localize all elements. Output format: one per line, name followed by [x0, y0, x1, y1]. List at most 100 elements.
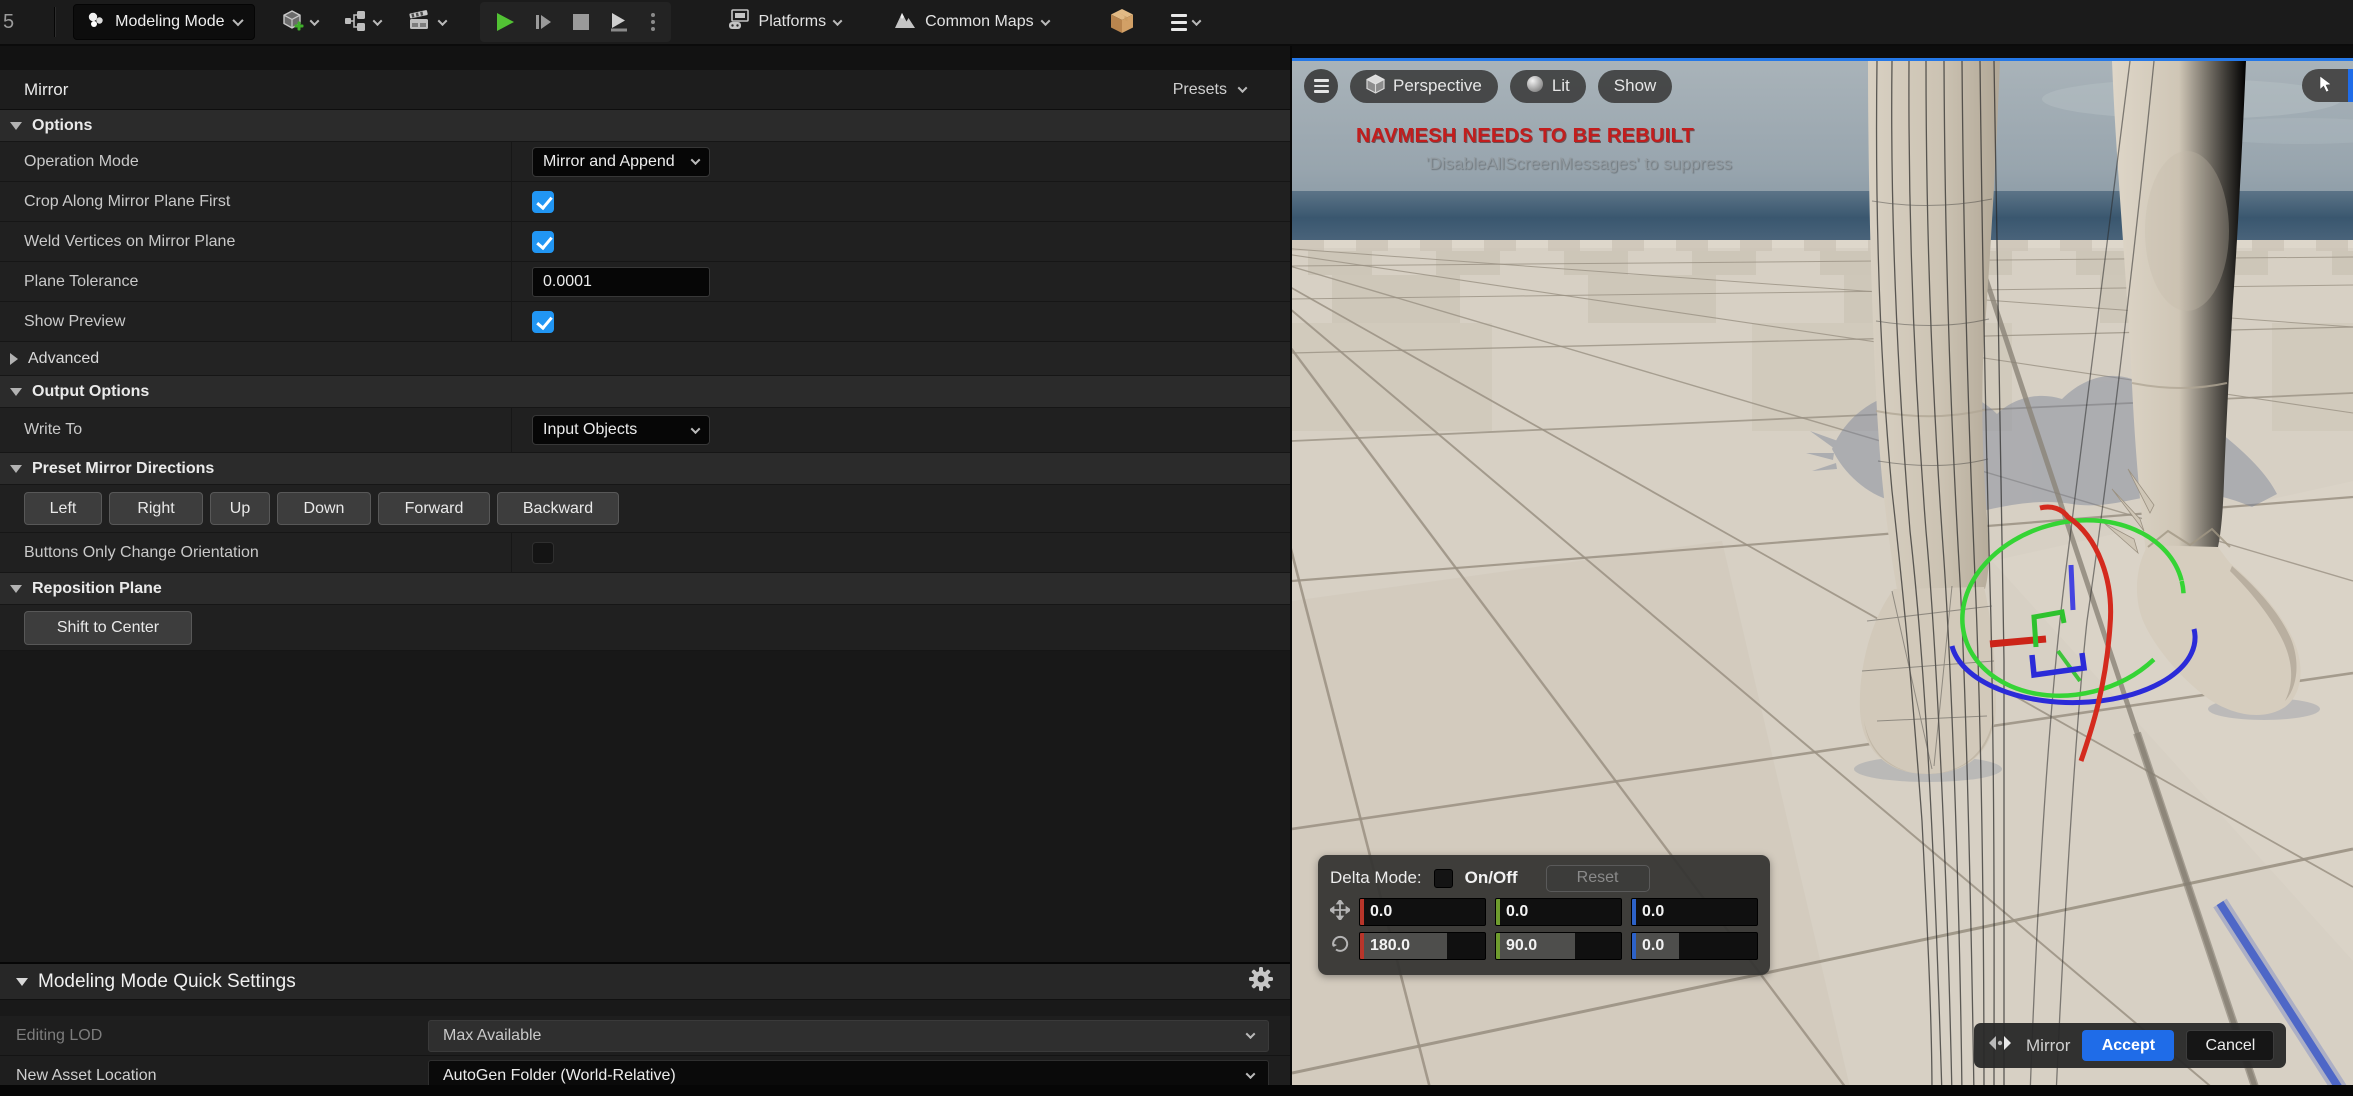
reset-button[interactable]: Reset	[1546, 865, 1650, 892]
mirror-backward-button[interactable]: Backward	[497, 492, 619, 525]
accept-button[interactable]: Accept	[2082, 1030, 2174, 1061]
rotate-icon	[1330, 934, 1350, 959]
navmesh-warning: NAVMESH NEEDS TO BE REBUILT	[1356, 125, 1694, 148]
perspective-dropdown[interactable]: Perspective	[1350, 70, 1498, 103]
plane-tolerance-input[interactable]: 0.0001	[532, 267, 710, 297]
show-dropdown[interactable]: Show	[1598, 70, 1673, 103]
hamburger-menu-icon	[1171, 14, 1187, 31]
translate-icon	[1330, 900, 1350, 925]
chevron-down-icon	[232, 15, 243, 26]
row-write-to: Write To Input Objects	[0, 408, 1290, 453]
translate-x-field[interactable]: 0.0	[1359, 898, 1486, 926]
panel-header: Mirror Presets	[0, 70, 1290, 110]
lit-dropdown[interactable]: Lit	[1510, 70, 1586, 103]
crop-checkbox[interactable]	[532, 191, 554, 213]
write-to-dropdown[interactable]: Input Objects	[532, 415, 710, 445]
quick-settings-header[interactable]: Modeling Mode Quick Settings	[0, 962, 1290, 1000]
chevron-down-icon	[1238, 83, 1248, 93]
editing-lod-dropdown[interactable]: Max Available	[428, 1020, 1269, 1052]
frame-skip-button[interactable]	[535, 13, 553, 31]
row-plane-tolerance: Plane Tolerance 0.0001	[0, 262, 1290, 302]
section-options[interactable]: Options	[0, 110, 1290, 142]
mirror-up-button[interactable]: Up	[210, 492, 270, 525]
mirror-left-button[interactable]: Left	[24, 492, 102, 525]
presets-label: Presets	[1173, 81, 1227, 99]
stop-button[interactable]	[573, 14, 589, 30]
mirror-forward-button[interactable]: Forward	[378, 492, 490, 525]
row-editing-lod: Editing LOD Max Available	[0, 1016, 1290, 1056]
delta-mode-checkbox[interactable]	[1434, 869, 1453, 888]
write-to-label: Write To	[0, 408, 512, 452]
triangle-down-icon	[10, 585, 22, 593]
direction-buttons-row: Left Right Up Down Forward Backward	[0, 485, 1290, 533]
triangle-right-icon	[10, 353, 18, 365]
row-crop-along-mirror-plane: Crop Along Mirror Plane First	[0, 182, 1290, 222]
tolerance-label: Plane Tolerance	[0, 262, 512, 301]
chevron-down-icon	[1040, 16, 1050, 26]
chevron-down-icon	[309, 16, 319, 26]
cinematics-button[interactable]	[407, 9, 446, 36]
main-toolbar: 5 Modeling Mode	[0, 0, 2353, 46]
row-weld-vertices: Weld Vertices on Mirror Plane	[0, 222, 1290, 262]
triangle-down-icon	[16, 978, 28, 986]
gear-icon[interactable]	[1248, 966, 1274, 998]
lit-label: Lit	[1552, 76, 1570, 96]
platforms-icon	[727, 8, 751, 37]
section-advanced[interactable]: Advanced	[0, 342, 1290, 376]
bottom-edge-bar	[0, 1085, 2353, 1096]
delta-mode-panel: Delta Mode: On/Off Reset 0.0 0.0 0.0	[1318, 855, 1770, 975]
mirror-right-button[interactable]: Right	[109, 492, 203, 525]
section-output-options[interactable]: Output Options	[0, 376, 1290, 408]
toolbar-divider	[54, 7, 55, 37]
settings-menu-button[interactable]	[1171, 14, 1200, 31]
orientation-label: Buttons Only Change Orientation	[0, 533, 512, 572]
platforms-label: Platforms	[759, 13, 827, 31]
chevron-down-icon	[1246, 1069, 1256, 1079]
mirror-down-button[interactable]: Down	[277, 492, 371, 525]
translate-row: 0.0 0.0 0.0	[1330, 898, 1758, 926]
panel-empty-space	[0, 651, 1290, 962]
rotate-x-field[interactable]: 180.0	[1359, 932, 1486, 960]
chevron-down-icon	[691, 424, 701, 434]
package-box-icon	[1109, 7, 1135, 38]
shift-to-center-button[interactable]: Shift to Center	[24, 611, 192, 645]
translate-z-field[interactable]: 0.0	[1631, 898, 1758, 926]
section-reposition-plane[interactable]: Reposition Plane	[0, 573, 1290, 605]
rotate-z-field[interactable]: 0.0	[1631, 932, 1758, 960]
platforms-dropdown[interactable]: Platforms	[727, 8, 842, 37]
presets-dropdown[interactable]: Presets	[1173, 81, 1246, 99]
translate-y-field[interactable]: 0.0	[1495, 898, 1622, 926]
select-cursor-button[interactable]	[2302, 69, 2348, 102]
node-graph-icon	[344, 9, 368, 36]
viewport-top-strip	[1292, 46, 2353, 58]
play-button[interactable]	[496, 12, 515, 32]
perspective-cube-icon	[1366, 74, 1385, 99]
show-preview-checkbox[interactable]	[532, 311, 554, 333]
common-maps-dropdown[interactable]: Common Maps	[893, 9, 1048, 36]
mountain-icon	[893, 9, 917, 36]
orientation-checkbox[interactable]	[532, 542, 554, 564]
rotate-y-field[interactable]: 90.0	[1495, 932, 1622, 960]
viewport-options-button[interactable]	[1304, 69, 1338, 103]
unreal-editor-window: 5 Modeling Mode	[0, 0, 2353, 1096]
content-box-button[interactable]	[1109, 7, 1135, 38]
editing-lod-label: Editing LOD	[0, 1027, 428, 1045]
clapperboard-icon	[407, 9, 433, 36]
cancel-button[interactable]: Cancel	[2186, 1030, 2274, 1061]
weld-checkbox[interactable]	[532, 231, 554, 253]
section-preset-mirror-directions[interactable]: Preset Mirror Directions	[0, 453, 1290, 485]
launch-button[interactable]	[609, 12, 629, 32]
suppress-hint: 'DisableAllScreenMessages' to suppress	[1426, 154, 1732, 174]
asset-location-label: New Asset Location	[0, 1067, 428, 1085]
modeling-mode-dropdown[interactable]: Modeling Mode	[73, 4, 254, 40]
crop-label: Crop Along Mirror Plane First	[0, 182, 512, 221]
rotate-row: 180.0 90.0 0.0	[1330, 932, 1758, 960]
blueprints-button[interactable]	[344, 9, 381, 36]
triangle-down-icon	[10, 122, 22, 130]
common-maps-label: Common Maps	[925, 13, 1033, 31]
quick-settings-gap	[0, 1000, 1290, 1016]
operation-mode-dropdown[interactable]: Mirror and Append	[532, 147, 710, 177]
add-content-button[interactable]	[281, 9, 318, 36]
chevron-down-icon	[372, 16, 382, 26]
play-options-kebab-icon[interactable]	[651, 13, 655, 31]
